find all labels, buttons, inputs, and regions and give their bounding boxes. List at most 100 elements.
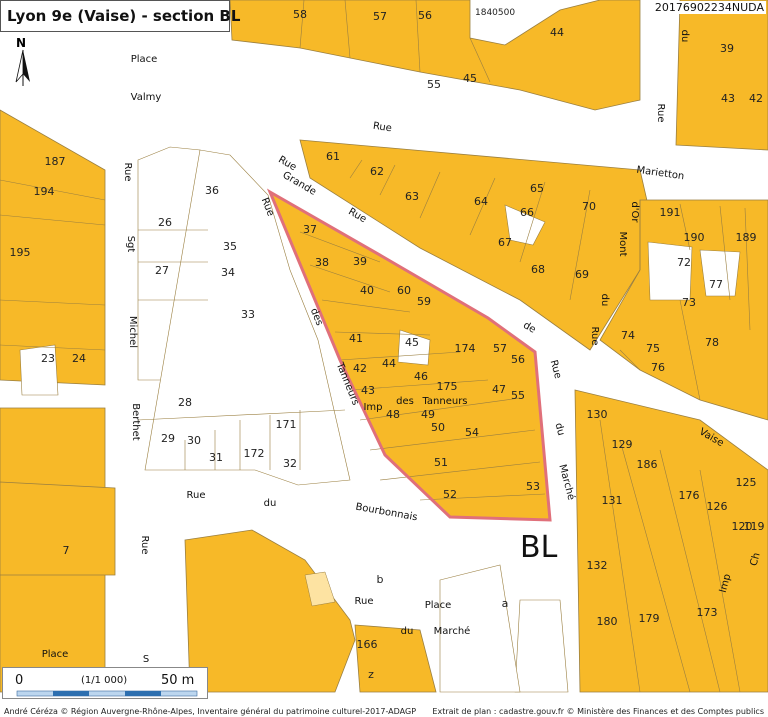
north-label: N [16, 36, 27, 50]
street-label: Imp [363, 402, 382, 413]
parcel-number: 48 [386, 408, 400, 421]
parcel-number: 7 [63, 544, 70, 557]
parcel-number: 173 [697, 606, 718, 619]
street-label: d'Or [629, 201, 640, 223]
parcel-number: 171 [276, 418, 297, 431]
parcel-number: 72 [677, 256, 691, 269]
open-parcel-7 [647, 241, 693, 301]
parcel-number: 78 [705, 336, 719, 349]
north-arrow: N [10, 36, 36, 88]
parcel-number: 55 [427, 78, 441, 91]
parcel-number: 194 [34, 185, 55, 198]
parcel-number: 187 [45, 155, 66, 168]
parcel-number: 45 [463, 72, 477, 85]
parcel-number: 180 [597, 615, 618, 628]
parcel-number: 57 [493, 342, 507, 355]
parcel-number: 33 [241, 308, 255, 321]
parcel-number: 29 [161, 432, 175, 445]
parcel-number: 55 [511, 389, 525, 402]
parcel-number: 176 [679, 489, 700, 502]
street-label: Rue [589, 327, 600, 346]
street-label: Place [42, 649, 69, 660]
parcel-number: 63 [405, 190, 419, 203]
cadastral-map: 58 57 56 44 39 45 55 43 42 187 194 195 23 24 36 26 35 27 3… [0, 0, 768, 717]
parcel-number: 42 [353, 362, 367, 375]
scale-graphic [16, 690, 198, 697]
credit-right: Extrait de plan : cadastre.gouv.fr © Min… [430, 707, 766, 716]
parcel-number: 51 [434, 456, 448, 469]
parcel-number: 68 [531, 263, 545, 276]
parcel-number: 44 [550, 26, 564, 39]
parcel-number: 175 [437, 380, 458, 393]
parcel-number: 45 [405, 336, 419, 349]
parcel-number: 190 [684, 231, 705, 244]
street-label: des [396, 396, 414, 407]
parcel-number: 35 [223, 240, 237, 253]
parcel-number: 56 [418, 9, 432, 22]
open-parcel-8 [514, 599, 569, 693]
parcel-number: 174 [455, 342, 476, 355]
parcel-number: 191 [660, 206, 681, 219]
parcel-number: 38 [315, 256, 329, 269]
parcel-number: 30 [187, 434, 201, 447]
street-label: Mont [617, 231, 628, 256]
building-block-9 [0, 481, 116, 576]
parcel-number: a [502, 597, 509, 610]
parcel-number: 37 [303, 223, 317, 236]
section-label: BL [520, 530, 558, 565]
parcel-number: 43 [721, 92, 735, 105]
map-title: Lyon 9e (Vaise) - section BL [0, 0, 240, 32]
parcel-number: 39 [353, 255, 367, 268]
parcel-number: 42 [749, 92, 763, 105]
street-label: Michel [127, 316, 138, 348]
parcel-number: 130 [587, 408, 608, 421]
parcel-number: 41 [349, 332, 363, 345]
parcel-number: 44 [382, 357, 396, 370]
parcel-number: 43 [361, 384, 375, 397]
parcel-number: 39 [720, 42, 734, 55]
parcel-number: 132 [587, 559, 608, 572]
street-label: du [401, 626, 414, 637]
parcel-number: 34 [221, 266, 235, 279]
parcel-number: 52 [443, 488, 457, 501]
parcel-number: 186 [637, 458, 658, 471]
street-label: Marché [434, 625, 471, 637]
parcel-number: 58 [293, 8, 307, 21]
street-label: Valmy [131, 92, 162, 103]
street-label: Rue [355, 596, 374, 607]
parcel-number: 49 [421, 408, 435, 421]
street-label: S [143, 654, 149, 665]
parcel-number: 60 [397, 284, 411, 297]
parcel-number: 67 [498, 236, 512, 249]
reference-id: 20176902234NUDA [652, 1, 766, 14]
street-label: Sgt [125, 236, 136, 253]
parcel-number: 66 [520, 206, 534, 219]
parcel-number: 65 [530, 182, 544, 195]
parcel-number: 59 [417, 295, 431, 308]
parcel-number: 31 [209, 451, 223, 464]
parcel-number: 172 [244, 447, 265, 460]
parcel-number: 56 [511, 353, 525, 366]
street-label: Rue [122, 163, 133, 182]
street-label: du [264, 498, 277, 509]
parcel-number: 76 [651, 361, 665, 374]
credit-left: André Céréza © Région Auvergne-Rhône-Alp… [2, 707, 419, 716]
parcel-number: 57 [373, 10, 387, 23]
parcel-number: 26 [158, 216, 172, 229]
parcel-number: 126 [707, 500, 728, 513]
parcel-number: 36 [205, 184, 219, 197]
parcel-number: 166 [357, 638, 378, 651]
parcel-number: 61 [326, 150, 340, 163]
map-view: 58 57 56 44 39 45 55 43 42 187 194 195 23 24 36 26 35 27 3… [0, 0, 768, 717]
parcel-number: 125 [736, 476, 757, 489]
parcel-number: 195 [10, 246, 31, 259]
parcel-number: 77 [709, 278, 723, 291]
parcel-number: 50 [431, 421, 445, 434]
parcel-number: 54 [465, 426, 479, 439]
grid-coordinate: 1840500 [475, 8, 516, 18]
parcel-number: 179 [639, 612, 660, 625]
street-label: du [599, 294, 610, 307]
parcel-number: 119 [744, 520, 765, 533]
parcel-number: 62 [370, 165, 384, 178]
street-label: Rue [187, 490, 206, 501]
